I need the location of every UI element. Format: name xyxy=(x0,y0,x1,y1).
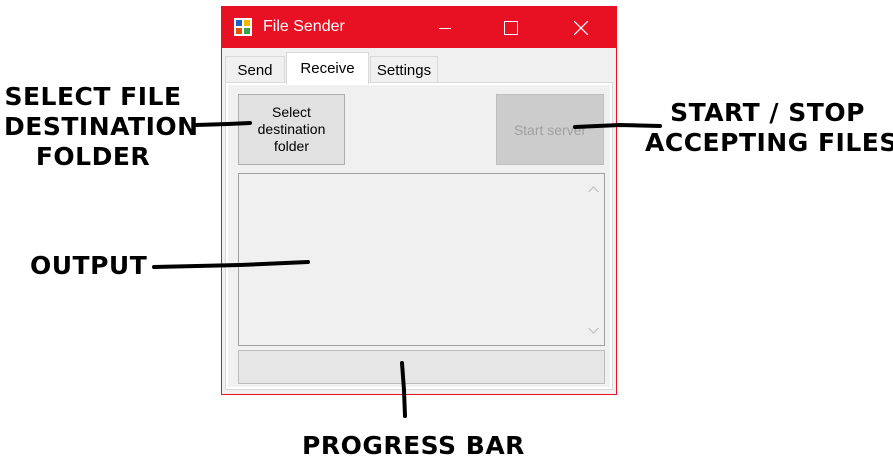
maximize-icon xyxy=(504,20,518,35)
tab-settings[interactable]: Settings xyxy=(370,56,438,83)
minimize-icon xyxy=(439,22,451,34)
annotation-start-line-2: ACCEPTING FILES xyxy=(645,128,893,157)
app-icon xyxy=(234,18,252,36)
panel-body: Select destination folder Start server xyxy=(228,85,610,387)
window-title: File Sender xyxy=(263,18,345,35)
annotation-output: OUTPUT xyxy=(30,251,148,280)
start-server-button[interactable]: Start server xyxy=(496,94,604,165)
select-button-line-1: Select xyxy=(272,104,311,120)
select-button-line-2: destination xyxy=(257,121,326,137)
chevron-down-icon[interactable] xyxy=(584,321,602,339)
minimize-button[interactable] xyxy=(422,7,468,48)
annotation-select-folder: SELECT FILE DESTINATION FOLDER xyxy=(4,82,199,172)
file-sender-window: File Sender Send Receive Settings Select xyxy=(221,6,617,395)
close-button[interactable] xyxy=(558,7,604,48)
select-button-line-3: folder xyxy=(273,138,310,154)
close-icon xyxy=(574,20,588,35)
annotation-select-line-3: FOLDER xyxy=(35,142,151,171)
output-textbox[interactable] xyxy=(238,173,605,346)
select-destination-folder-button[interactable]: Select destination folder xyxy=(238,94,345,165)
receive-tab-panel: Select destination folder Start server xyxy=(225,82,613,390)
annotation-progress-bar: PROGRESS BAR xyxy=(302,431,525,460)
tab-strip: Send Receive Settings xyxy=(222,48,616,84)
annotation-select-line-1: SELECT FILE xyxy=(4,82,182,111)
chevron-up-icon[interactable] xyxy=(584,180,602,198)
output-scrollbar[interactable] xyxy=(584,176,602,343)
select-button-label: Select destination folder xyxy=(258,104,326,155)
maximize-button[interactable] xyxy=(488,7,534,48)
progress-bar xyxy=(238,350,605,384)
tab-send[interactable]: Send xyxy=(225,56,285,83)
annotation-start-stop: START / STOP ACCEPTING FILES xyxy=(645,98,893,158)
tab-receive[interactable]: Receive xyxy=(286,52,369,84)
annotation-select-line-2: DESTINATION xyxy=(4,112,199,141)
title-bar[interactable]: File Sender xyxy=(222,7,616,48)
annotation-start-line-1: START / STOP xyxy=(670,98,865,127)
